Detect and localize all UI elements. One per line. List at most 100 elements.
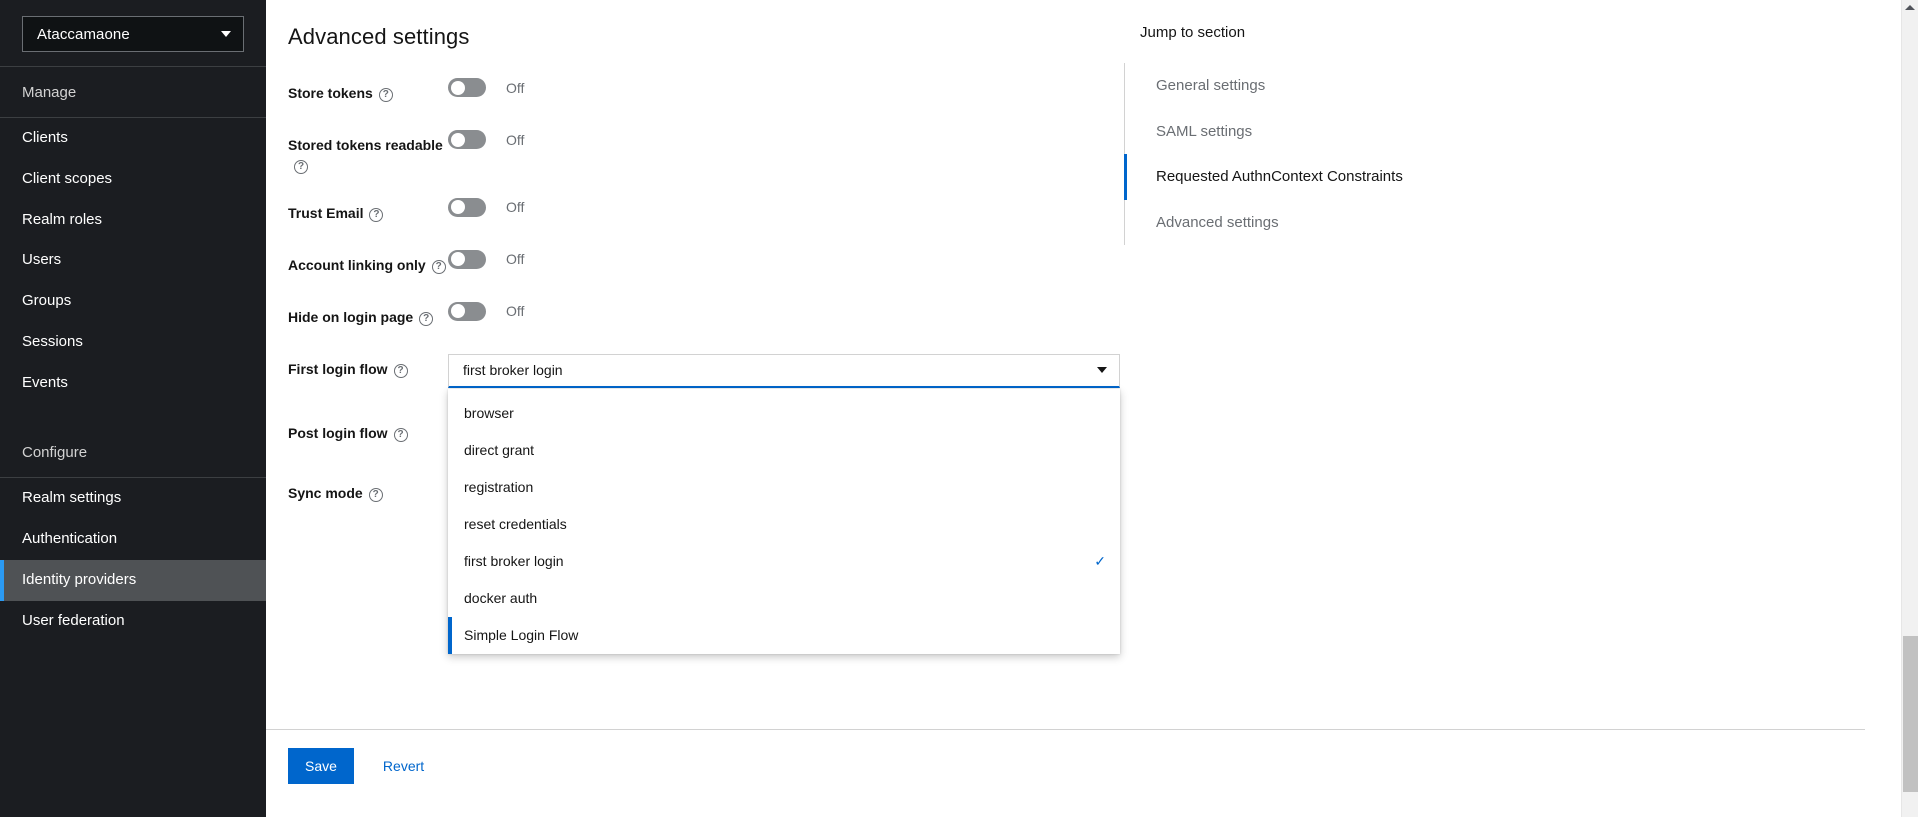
help-icon[interactable]: ?	[419, 311, 434, 326]
sidebar-item-events[interactable]: Events	[0, 363, 266, 404]
toggle-state-account-linking-only: Off	[506, 251, 525, 268]
option-label: Simple Login Flow	[464, 627, 579, 644]
first-login-flow-select-toggle[interactable]: first broker login	[448, 353, 1120, 388]
sidebar-item-label: Clients	[22, 129, 68, 146]
jump-item-label: General settings	[1156, 77, 1266, 94]
revert-button[interactable]: Revert	[366, 748, 441, 784]
help-icon[interactable]: ?	[368, 487, 383, 502]
select-option-simple-login-flow[interactable]: Simple Login Flow	[448, 616, 1120, 654]
realm-selector[interactable]: Ataccamaone	[22, 16, 244, 52]
label-post-login-flow: Post login flow?	[288, 418, 448, 443]
sidebar-item-label: Groups	[22, 292, 72, 309]
sidebar-item-label: Users	[22, 251, 62, 269]
sidebar-item-sessions[interactable]: Sessions	[0, 322, 266, 363]
sidebar-item-identity-providers[interactable]: Identity providers	[0, 559, 266, 601]
help-icon[interactable]: ?	[378, 88, 393, 102]
jump-item-requested-authncontext-constraints[interactable]: Requested AuthnContext Constraints	[1124, 154, 1554, 200]
sidebar: Ataccamaone Manage Clients Client scopes…	[0, 0, 266, 817]
select-option-first-broker-login[interactable]: first broker login ✓	[448, 543, 1120, 580]
option-label: browser	[464, 405, 514, 422]
sidebar-item-label: Realm settings	[22, 489, 122, 507]
help-icon[interactable]: ?	[393, 427, 408, 442]
toggle-account-linking-only[interactable]	[448, 249, 486, 269]
jump-item-label: SAML settings	[1156, 122, 1253, 140]
vertical-scrollbar[interactable]	[1901, 0, 1918, 817]
select-option-registration[interactable]: registration	[448, 469, 1120, 506]
toggle-state-store-tokens: Off	[506, 79, 525, 96]
form-row-first-login-flow: First login flow? first broker login bro…	[288, 353, 1126, 654]
jump-item-saml-settings[interactable]: SAML settings	[1140, 109, 1554, 155]
label-sync-mode: Sync mode?	[288, 478, 448, 503]
label-text: Store tokens	[288, 85, 373, 101]
select-option-reset-credentials[interactable]: reset credentials	[448, 506, 1120, 543]
keycloak-admin-console: Ataccamaone Manage Clients Client scopes…	[0, 0, 1918, 817]
sidebar-item-realm-roles[interactable]: Realm roles	[0, 200, 266, 241]
form-row-account-linking-only: Account linking only? Off	[288, 249, 1126, 280]
help-icon[interactable]: ?	[393, 363, 408, 378]
page-title: Advanced settings	[288, 24, 470, 49]
help-icon[interactable]: ?	[431, 259, 446, 274]
toggle-knob	[450, 132, 465, 147]
label-text: Account linking only	[288, 256, 426, 273]
help-icon[interactable]: ?	[294, 160, 308, 175]
toggle-knob	[450, 304, 465, 319]
label-first-login-flow: First login flow?	[288, 354, 448, 379]
select-option-direct-grant[interactable]: direct grant	[448, 432, 1120, 469]
select-option-browser[interactable]: browser	[448, 395, 1120, 432]
toggle-store-tokens[interactable]	[448, 78, 486, 97]
sidebar-item-label: User federation	[22, 611, 125, 629]
option-label: first broker login	[464, 553, 564, 570]
select-option-docker-auth[interactable]: docker auth	[448, 580, 1120, 617]
chevron-down-icon	[221, 31, 231, 37]
label-store-tokens: Store tokens?	[288, 78, 448, 103]
jump-to-section-title: Jump to section	[1140, 24, 1246, 41]
first-login-flow-select-wrap: first broker login browser direct grant	[448, 353, 1120, 654]
sidebar-item-users[interactable]: Users	[0, 240, 266, 281]
label-text: Stored tokens readable	[288, 137, 443, 153]
sidebar-item-label: Identity providers	[22, 570, 137, 588]
form-action-bar: Save Revert	[266, 729, 1918, 817]
sidebar-item-clients[interactable]: Clients	[0, 118, 266, 159]
form-row-trust-email: Trust Email? Off	[288, 197, 1126, 228]
help-icon[interactable]: ?	[369, 207, 384, 222]
first-login-flow-selected-value: first broker login	[463, 362, 563, 379]
label-text: Trust Email	[288, 204, 364, 221]
switch-cell-stored-tokens-readable: Off	[448, 130, 524, 149]
label-text: Post login flow	[288, 424, 388, 441]
sidebar-item-label: Events	[22, 373, 68, 391]
jump-to-section-panel: Jump to section General settings SAML se…	[1124, 20, 1554, 245]
toggle-state-trust-email: Off	[506, 199, 525, 216]
sidebar-item-user-federation[interactable]: User federation	[0, 601, 266, 642]
toggle-stored-tokens-readable[interactable]	[448, 130, 486, 149]
switch-cell-store-tokens: Off	[448, 78, 524, 97]
realm-selector-container: Ataccamaone	[0, 0, 266, 66]
label-trust-email: Trust Email?	[288, 198, 448, 223]
sidebar-item-realm-settings[interactable]: Realm settings	[0, 478, 266, 519]
sidebar-item-authentication[interactable]: Authentication	[0, 519, 266, 560]
sidebar-item-groups[interactable]: Groups	[0, 281, 266, 322]
option-label: reset credentials	[464, 516, 567, 533]
sidebar-item-client-scopes[interactable]: Client scopes	[0, 159, 266, 200]
label-stored-tokens-readable: Stored tokens readable?	[288, 130, 448, 176]
form-row-store-tokens: Store tokens? Off	[288, 78, 1126, 108]
toggle-trust-email[interactable]	[448, 197, 486, 217]
toggle-state-stored-tokens-readable: Off	[506, 131, 525, 148]
toggle-hide-on-login-page[interactable]	[448, 301, 486, 321]
scrollbar-thumb[interactable]	[1903, 636, 1918, 792]
toggle-state-hide-on-login-page: Off	[506, 303, 525, 320]
jump-item-general-settings[interactable]: General settings	[1140, 63, 1554, 109]
label-text: Sync mode	[288, 484, 363, 501]
label-text: First login flow	[288, 360, 388, 377]
advanced-settings-form: Store tokens? Off Stored tokens readable…	[266, 50, 1126, 654]
switch-cell-trust-email: Off	[448, 197, 525, 217]
jump-item-advanced-settings[interactable]: Advanced settings	[1140, 200, 1554, 246]
option-label: registration	[464, 479, 534, 496]
jump-item-label: Advanced settings	[1156, 213, 1279, 231]
nav-group-title-manage: Manage	[22, 84, 77, 101]
save-button[interactable]: Save	[288, 748, 354, 784]
content-inner: Advanced settings Store tokens? Off Stor…	[266, 0, 1918, 817]
triangle-up-icon[interactable]	[1905, 5, 1915, 10]
sidebar-item-label: Authentication	[22, 530, 118, 547]
sidebar-item-label: Realm roles	[22, 210, 103, 228]
